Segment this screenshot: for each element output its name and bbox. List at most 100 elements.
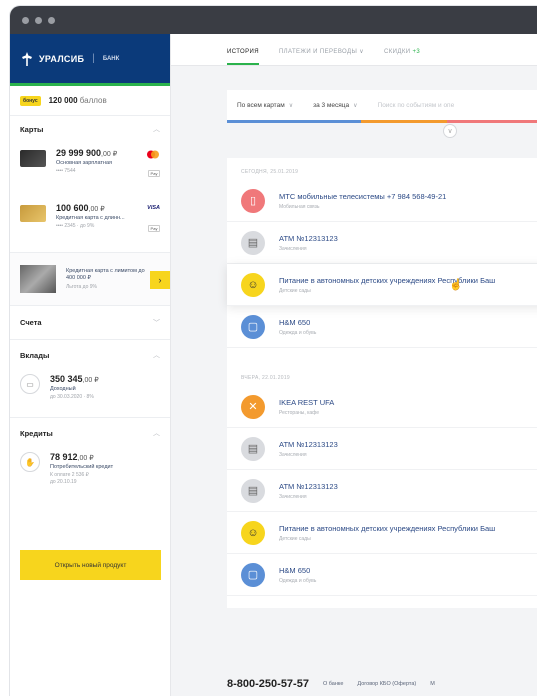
browser-window: УРАЛСИБ | БАНК бонус 120 000 баллов Карт… (10, 6, 537, 696)
period-filter-select[interactable]: за 3 месяца ∨ (303, 102, 367, 109)
credit-date: до 20.10.19 (50, 479, 77, 485)
accounts-section-header[interactable]: Счета ﹀ (10, 306, 170, 340)
tab-history[interactable]: ИСТОРИЯ (227, 49, 259, 65)
maximize-window-icon[interactable] (48, 16, 55, 24)
window-titlebar (10, 6, 537, 34)
card-name: Основная зарплатная (56, 160, 113, 166)
transaction-row[interactable]: ☺ Питание в автономных детских учреждения… (227, 512, 537, 554)
open-new-product-button[interactable]: Открыть новый продукт (20, 550, 161, 580)
transaction-name: МТС мобильные телесистемы +7 984 568-49-… (279, 191, 447, 201)
deposit-name: Доходный (50, 386, 76, 392)
card-balance: 100 600,00 ₽ (56, 203, 105, 213)
atm-icon: ▤ (241, 436, 265, 461)
kindergarten-icon: ☺ (241, 520, 265, 545)
card-item[interactable]: 100 600,00 ₽ Кредитная карта с длинн... … (10, 197, 170, 252)
brand-sub: БАНК (102, 55, 120, 62)
transaction-name: ATM №12313123 (279, 233, 338, 243)
card-thumbnail (20, 150, 46, 167)
promo-sub: Льгота до 9% (66, 284, 97, 290)
footer: 8-800-250-57-57 О банке Договор КБО (Офе… (227, 678, 435, 690)
transaction-row[interactable]: ▤ ATM №12313123 Зачисления (227, 470, 537, 512)
card-number: •••• 7544 (56, 168, 76, 174)
restaurant-icon: ✕ (241, 394, 265, 419)
shopping-bag-icon: ▢ (241, 562, 265, 587)
card-item[interactable]: 29 999 900,00 ₽ Основная зарплатная ••••… (10, 142, 170, 197)
brand-divider: | (92, 53, 95, 64)
deposits-section-header[interactable]: Вклады ︿ (10, 340, 170, 370)
chevron-down-icon[interactable]: ﹀ (153, 318, 160, 328)
cards-filter-select[interactable]: По всем картам ∨ (227, 102, 303, 109)
transaction-name: H&M 650 (279, 317, 311, 327)
promo-arrow-button[interactable]: › (150, 271, 170, 289)
chevron-up-icon[interactable]: ︿ (153, 350, 160, 360)
chevron-up-icon[interactable]: ︿ (153, 124, 160, 134)
history-list: СЕГОДНЯ, 25.01.2019 ▯ МТС мобильные телеси… (227, 158, 537, 608)
bonus-tag: бонус (20, 95, 41, 106)
history-search-input[interactable]: Поиск по событиям и опе (368, 102, 465, 109)
history-date-label: ВЧЕРА, 22.01.2019 (241, 375, 291, 381)
cards-section-header[interactable]: Карты ︿ (10, 116, 170, 142)
bonus-amount: 120 000 баллов (48, 96, 107, 105)
filter-underline (227, 120, 537, 123)
deposit-item[interactable]: ▭ 350 345,00 ₽ Доходный до 30.03.2020 · … (10, 370, 170, 418)
card-name: Кредитная карта с длинн... (56, 215, 125, 221)
sidebar: УРАЛСИБ | БАНК бонус 120 000 баллов Карт… (10, 34, 171, 696)
bonus-balance[interactable]: бонус 120 000 баллов (10, 86, 170, 116)
transaction-row[interactable]: ▢ H&M 650 Одежда и обувь (227, 306, 537, 348)
apple-pay-icon: Pay (148, 225, 160, 232)
transaction-category: Рестораны, кафе (279, 409, 320, 416)
transaction-name: ATM №12313123 (279, 481, 338, 491)
card-number: •••• 2345 · до 9% (56, 223, 95, 229)
credit-hand-icon: ✋ (20, 452, 40, 472)
tab-payments[interactable]: ПЛАТЕЖИ И ПЕРЕВОДЫ ∨ (279, 48, 364, 65)
credits-title: Кредиты (20, 428, 53, 438)
credit-name: Потребительский кредит (50, 464, 114, 470)
transaction-row[interactable]: ▢ H&M 650 Одежда и обувь (227, 554, 537, 596)
discounts-count: +3 (412, 49, 421, 55)
credits-section-header[interactable]: Кредиты ︿ (10, 418, 170, 448)
expand-filters-icon[interactable]: ∨ (443, 124, 457, 138)
phone-icon: ▯ (241, 188, 265, 213)
close-window-icon[interactable] (22, 16, 29, 24)
transaction-category: Зачисления (279, 245, 307, 252)
bank-logo-icon (22, 51, 32, 66)
chevron-down-icon: ∨ (288, 102, 294, 109)
chevron-up-icon[interactable]: ︿ (153, 428, 160, 438)
credit-card-promo[interactable]: Кредитная карта с лимитом до 400 000 ₽ Л… (10, 252, 170, 306)
transaction-name: ATM №12313123 (279, 439, 338, 449)
transaction-category: Зачисления (279, 493, 307, 500)
visa-icon: VISA (147, 205, 160, 211)
tab-discounts[interactable]: СКИДКИ +3 (384, 49, 420, 65)
hand-cursor-icon: ☝ (449, 279, 463, 291)
card-balance: 29 999 900,00 ₽ (56, 148, 118, 158)
transaction-row[interactable]: ▯ МТС мобильные телесистемы +7 984 568-49… (227, 180, 537, 222)
kindergarten-icon: ☺ (241, 272, 265, 297)
deposit-balance: 350 345,00 ₽ (50, 374, 99, 384)
transaction-category: Мобильная связь (279, 203, 320, 210)
mastercard-icon (147, 150, 159, 159)
credit-payment: К оплате 2 536 ₽ (50, 472, 89, 478)
deposits-title: Вклады (20, 350, 50, 360)
footer-link-offer[interactable]: Договор КБО (Оферта) (357, 681, 416, 687)
transaction-row[interactable]: ▤ ATM №12313123 Зачисления (227, 428, 537, 470)
credit-item[interactable]: ✋ 78 912,00 ₽ Потребительский кредит К о… (10, 448, 170, 500)
transaction-category: Одежда и обувь (279, 329, 317, 336)
footer-link-more[interactable]: М (430, 681, 435, 687)
minimize-window-icon[interactable] (35, 16, 42, 24)
cards-title: Карты (20, 124, 44, 134)
wallet-icon: ▭ (20, 374, 40, 394)
history-filters: По всем картам ∨ за 3 месяца ∨ Поиск по со… (227, 90, 537, 120)
atm-icon: ▤ (241, 478, 265, 503)
transaction-category: Одежда и обувь (279, 577, 317, 584)
transaction-row[interactable]: ▤ ATM №12313123 Зачисления (227, 222, 537, 264)
transaction-name: H&M 650 (279, 565, 311, 575)
brand-header[interactable]: УРАЛСИБ | БАНК (10, 34, 170, 86)
footer-link-about[interactable]: О банке (323, 681, 343, 687)
transaction-name: IKEA REST UFA (279, 397, 335, 407)
transaction-row[interactable]: ✕ IKEA REST UFA Рестораны, кафе (227, 386, 537, 428)
transaction-row[interactable]: ☺ Питание в автономных детских учреждения… (227, 264, 537, 306)
chevron-down-icon: ∨ (353, 102, 358, 109)
brand-name: УРАЛСИБ (39, 53, 85, 64)
support-phone[interactable]: 8-800-250-57-57 (227, 678, 309, 690)
main-content: ИСТОРИЯ ПЛАТЕЖИ И ПЕРЕВОДЫ ∨ СКИДКИ +3 П… (171, 34, 537, 696)
